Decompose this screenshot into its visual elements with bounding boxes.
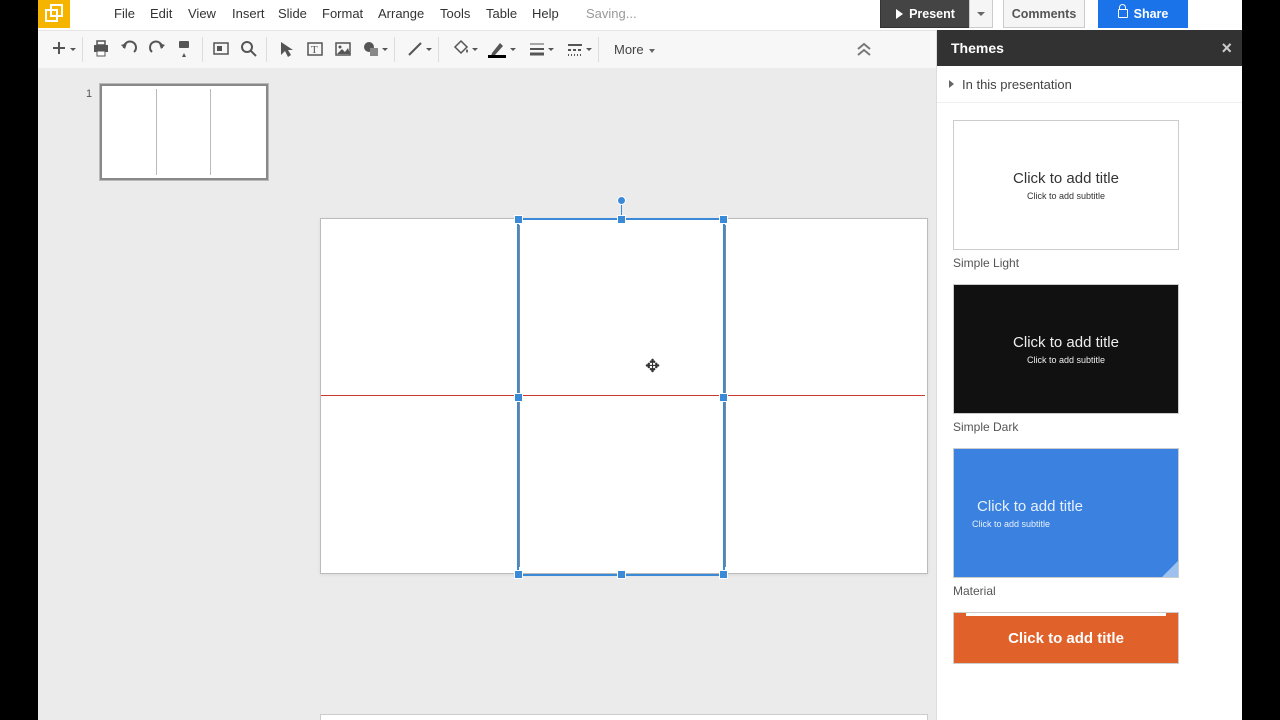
redo-icon[interactable] bbox=[148, 40, 166, 58]
theme-preview-subtitle: Click to add subtitle bbox=[1027, 355, 1105, 365]
theme-preview-subtitle: Click to add subtitle bbox=[1027, 191, 1105, 201]
more-label: More bbox=[614, 42, 644, 57]
resize-handle-mr[interactable] bbox=[719, 393, 728, 402]
resize-handle-tl[interactable] bbox=[514, 215, 523, 224]
theme-preview-subtitle: Click to add subtitle bbox=[972, 519, 1050, 529]
chevron-down-icon bbox=[977, 12, 985, 16]
comments-label: Comments bbox=[1012, 7, 1077, 21]
share-button[interactable]: Share bbox=[1098, 0, 1188, 28]
app-logo[interactable] bbox=[38, 0, 70, 28]
menu-slide[interactable]: Slide bbox=[278, 6, 307, 21]
panel-subtitle: In this presentation bbox=[962, 77, 1072, 92]
theme-label: Simple Light bbox=[953, 256, 1242, 270]
collapse-toolbar-icon[interactable] bbox=[856, 43, 872, 62]
theme-simple-dark[interactable]: Click to add titleClick to add subtitle … bbox=[953, 284, 1242, 434]
panel-title: Themes bbox=[951, 40, 1004, 56]
theme-material[interactable]: Click to add titleClick to add subtitle … bbox=[953, 448, 1242, 598]
theme-preview-title: Click to add title bbox=[1013, 170, 1119, 187]
zoom-icon[interactable] bbox=[240, 40, 258, 58]
play-icon bbox=[896, 9, 903, 19]
resize-handle-ml[interactable] bbox=[514, 393, 523, 402]
menu-arrange[interactable]: Arrange bbox=[378, 6, 424, 21]
close-icon[interactable]: × bbox=[1221, 38, 1232, 59]
toolbar-more[interactable]: More bbox=[614, 42, 655, 57]
menu-view[interactable]: View bbox=[188, 6, 216, 21]
slide-thumbnail[interactable] bbox=[100, 84, 268, 180]
next-slide-edge bbox=[320, 714, 928, 720]
menu-file[interactable]: File bbox=[114, 6, 135, 21]
line-weight-icon[interactable] bbox=[528, 40, 546, 58]
themes-panel: Themes × In this presentation Click to a… bbox=[936, 30, 1242, 720]
resize-handle-tm[interactable] bbox=[617, 215, 626, 224]
resize-handle-bl[interactable] bbox=[514, 570, 523, 579]
line-dash-icon[interactable] bbox=[566, 40, 584, 58]
share-label: Share bbox=[1134, 7, 1169, 21]
present-button[interactable]: Present bbox=[880, 0, 971, 28]
image-icon[interactable] bbox=[334, 40, 352, 58]
new-slide-icon[interactable] bbox=[50, 40, 68, 58]
textbox-icon[interactable]: T bbox=[306, 40, 324, 58]
panel-section[interactable]: In this presentation bbox=[937, 66, 1242, 103]
zoom-fit-icon[interactable] bbox=[212, 40, 230, 58]
theme-simple-light[interactable]: Click to add titleClick to add subtitle … bbox=[953, 120, 1242, 270]
svg-text:T: T bbox=[311, 44, 318, 56]
menu-insert[interactable]: Insert bbox=[232, 6, 265, 21]
menu-table[interactable]: Table bbox=[486, 6, 517, 21]
present-label: Present bbox=[909, 7, 955, 21]
resize-handle-br[interactable] bbox=[719, 570, 728, 579]
resize-handle-bm[interactable] bbox=[617, 570, 626, 579]
theme-label: Simple Dark bbox=[953, 420, 1242, 434]
line-color-icon[interactable] bbox=[488, 40, 506, 58]
menu-bar: File Edit View Insert Slide Format Arran… bbox=[38, 0, 1242, 30]
fill-color-icon[interactable] bbox=[452, 40, 470, 58]
theme-preview-title: Click to add title bbox=[1013, 334, 1119, 351]
theme-preview-title: Click to add title bbox=[1008, 630, 1124, 647]
select-icon[interactable] bbox=[278, 40, 296, 58]
theme-orange[interactable]: Click to add title bbox=[953, 612, 1242, 664]
theme-label: Material bbox=[953, 584, 1242, 598]
menu-help[interactable]: Help bbox=[532, 6, 559, 21]
line-icon[interactable] bbox=[406, 40, 424, 58]
save-status: Saving... bbox=[586, 6, 637, 21]
chevron-right-icon bbox=[949, 80, 954, 88]
rotate-handle[interactable] bbox=[617, 196, 626, 205]
chevron-down-icon bbox=[649, 49, 655, 53]
slide-rail: 1 bbox=[38, 68, 299, 720]
menu-tools[interactable]: Tools bbox=[440, 6, 470, 21]
slide-number: 1 bbox=[86, 88, 92, 100]
present-dropdown[interactable] bbox=[969, 0, 993, 28]
menu-format[interactable]: Format bbox=[322, 6, 363, 21]
canvas[interactable]: ✥ bbox=[298, 68, 937, 720]
theme-preview-title: Click to add title bbox=[977, 498, 1083, 515]
print-icon[interactable] bbox=[92, 40, 110, 58]
resize-handle-tr[interactable] bbox=[719, 215, 728, 224]
undo-icon[interactable] bbox=[120, 40, 138, 58]
menu-edit[interactable]: Edit bbox=[150, 6, 172, 21]
paint-format-icon[interactable] bbox=[176, 40, 194, 58]
panel-header: Themes × bbox=[937, 30, 1242, 66]
shape-icon[interactable] bbox=[362, 40, 380, 58]
lock-icon bbox=[1118, 9, 1128, 18]
comments-button[interactable]: Comments bbox=[1003, 0, 1085, 28]
selected-shape[interactable] bbox=[517, 218, 725, 576]
